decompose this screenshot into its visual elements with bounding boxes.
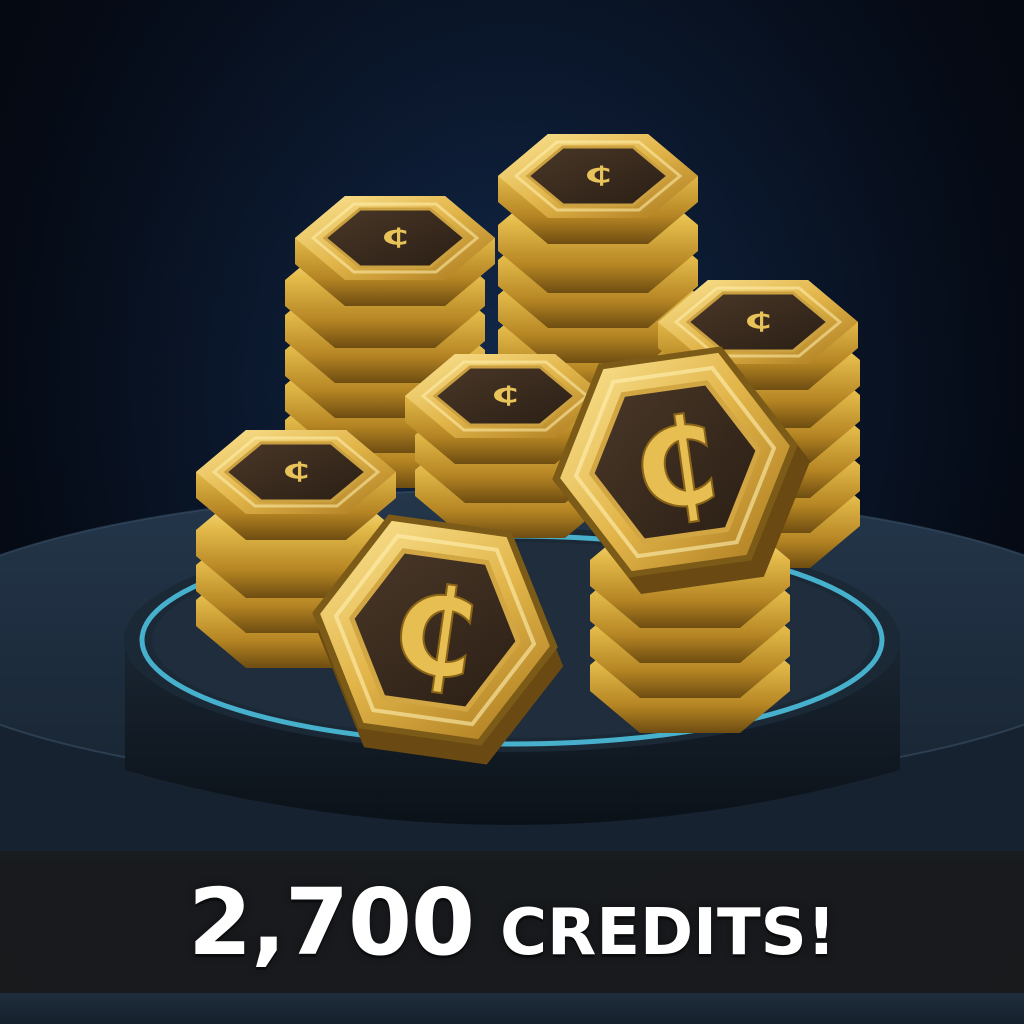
- reward-title: 2,700 CREDITS!: [188, 869, 836, 976]
- credits-pack-scene: ₵ ₵ 2,700 CREDITS!: [0, 0, 1024, 1024]
- credit-amount: 2,700: [188, 868, 475, 976]
- reward-banner: 2,700 CREDITS!: [0, 851, 1024, 993]
- banner-footer-strip: [0, 993, 1024, 1024]
- credit-label: CREDITS!: [500, 895, 836, 970]
